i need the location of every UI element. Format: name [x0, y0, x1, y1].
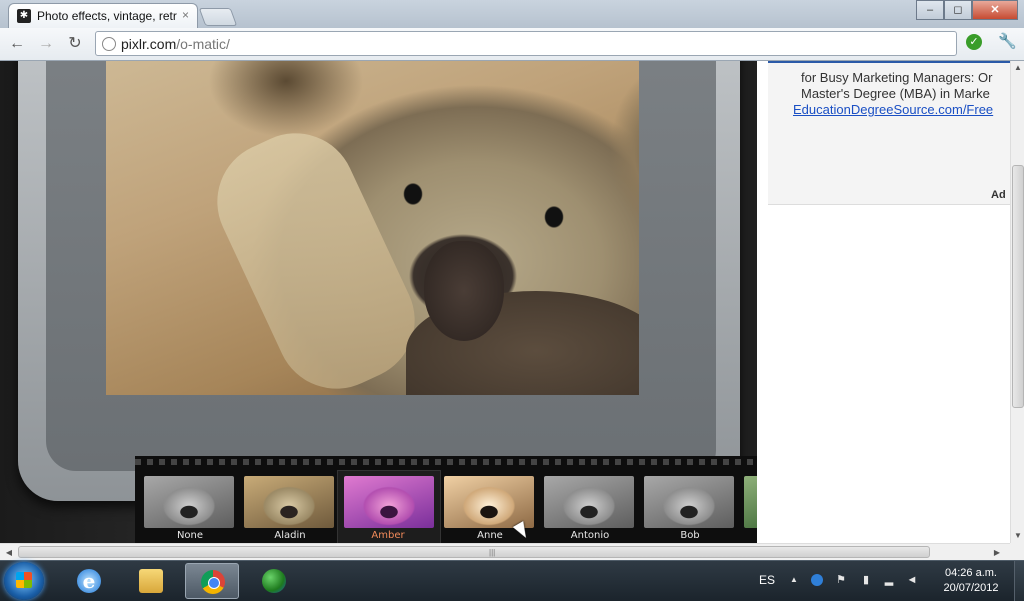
- back-button[interactable]: ←: [6, 34, 28, 54]
- url-path: /o-matic/: [176, 36, 230, 52]
- antivirus-icon[interactable]: [811, 574, 823, 586]
- right-sidebar: for Busy Marketing Managers: Or Master's…: [757, 61, 1010, 543]
- filter-preview: [344, 476, 434, 528]
- filter-label: Amber: [371, 530, 405, 541]
- show-desktop-button[interactable]: [1014, 561, 1024, 601]
- scroll-grip: |||: [489, 548, 496, 557]
- horizontal-scroll-thumb[interactable]: |||: [18, 546, 930, 558]
- filter-preview: [644, 476, 734, 528]
- scroll-right-icon[interactable]: ▶: [990, 546, 1004, 560]
- maximize-button[interactable]: ◻: [944, 0, 972, 20]
- filter-label: Bob: [680, 530, 700, 541]
- clock-time: 04:26 a.m.: [945, 567, 997, 579]
- tab-close-icon[interactable]: ×: [182, 8, 189, 22]
- scroll-left-icon[interactable]: ◀: [2, 546, 16, 560]
- photo-stage: None Aladin Amber Anne Antonio Bob: [0, 61, 757, 543]
- tray-expand-icon[interactable]: ▲: [788, 574, 800, 586]
- scroll-up-icon[interactable]: ▲: [1011, 61, 1024, 75]
- taskbar-explorer[interactable]: [124, 563, 178, 599]
- extension-check-icon[interactable]: ✓: [966, 34, 982, 50]
- ad-link[interactable]: EducationDegreeSource.com/Free: [793, 102, 993, 117]
- filter-preview: [744, 476, 757, 528]
- ad-text: for Busy Marketing Managers: Or Master's…: [801, 70, 1010, 102]
- taskbar: e ES ▲ ⚑ ▮ ▂ ◄ 04:26 a.m. 20/07/2012: [0, 560, 1024, 601]
- ad-box[interactable]: for Busy Marketing Managers: Or Master's…: [768, 61, 1010, 205]
- tab-title: Photo effects, vintage, retro: [37, 9, 177, 23]
- koala-arm: [197, 113, 435, 395]
- ad-label[interactable]: Ad: [991, 189, 1006, 201]
- wrench-icon[interactable]: 🔧: [998, 33, 1017, 51]
- filter-preview: [244, 476, 334, 528]
- filter-label: Antonio: [570, 530, 610, 541]
- scrollbar-corner: [1010, 543, 1024, 560]
- minimize-button[interactable]: –: [916, 0, 944, 20]
- window-controls: – ◻ ✕: [916, 0, 1018, 20]
- filter-thumb-bob[interactable]: Bob: [640, 471, 736, 543]
- internet-explorer-icon: e: [77, 569, 101, 593]
- filter-filmstrip: None Aladin Amber Anne Antonio Bob: [135, 456, 757, 543]
- taskbar-messenger[interactable]: [247, 563, 301, 599]
- filter-preview: [444, 476, 534, 528]
- vertical-scrollbar[interactable]: ▲ ▼: [1010, 61, 1024, 543]
- browser-tab[interactable]: ✱ Photo effects, vintage, retro ×: [8, 3, 198, 28]
- film-perforation: [135, 459, 757, 465]
- flag-icon[interactable]: ⚑: [835, 574, 847, 586]
- windows-logo-icon: [16, 572, 32, 588]
- folder-icon: [139, 569, 163, 593]
- pixlr-favicon-icon: ✱: [17, 9, 31, 23]
- filter-preview: [544, 476, 634, 528]
- clock-date: 20/07/2012: [943, 582, 999, 594]
- forward-button[interactable]: →: [35, 34, 57, 54]
- taskbar-chrome[interactable]: [185, 563, 239, 599]
- new-tab-button[interactable]: [198, 8, 238, 26]
- filter-label: Aladin: [274, 530, 306, 541]
- page-content: None Aladin Amber Anne Antonio Bob for B…: [0, 61, 1024, 543]
- ad-top-border: [768, 61, 1010, 63]
- start-button[interactable]: [4, 562, 44, 600]
- koala-photo: [106, 61, 639, 395]
- messenger-icon: [262, 569, 286, 593]
- filter-thumb-none[interactable]: None: [140, 471, 236, 543]
- ad-line-2: Master's Degree (MBA) in Marke: [801, 86, 990, 101]
- close-window-button[interactable]: ✕: [972, 0, 1018, 20]
- clock[interactable]: 04:26 a.m. 20/07/2012: [936, 566, 1006, 596]
- ad-line-1: for Busy Marketing Managers: Or: [801, 70, 993, 85]
- filter-thumb-amber[interactable]: Amber: [337, 470, 441, 543]
- vertical-scroll-thumb[interactable]: [1012, 165, 1024, 408]
- url-text[interactable]: pixlr.com/o-matic/: [121, 36, 230, 52]
- horizontal-scrollbar[interactable]: ◀ ||| ▶: [0, 543, 1010, 561]
- filter-thumb-aladin[interactable]: Aladin: [240, 471, 336, 543]
- globe-icon: [102, 37, 116, 51]
- filter-label: None: [176, 530, 204, 541]
- battery-icon[interactable]: ▮: [860, 574, 872, 586]
- volume-icon[interactable]: ◄: [906, 574, 918, 586]
- reload-button[interactable]: ↻: [64, 34, 86, 54]
- url-host: pixlr.com: [121, 36, 177, 52]
- browser-toolbar: ← → ↻ pixlr.com/o-matic/ ✓ 🔧: [0, 28, 1024, 61]
- filter-preview: [144, 476, 234, 528]
- koala-nose: [424, 241, 504, 341]
- taskbar-ie[interactable]: e: [62, 563, 116, 599]
- title-bar: ✱ Photo effects, vintage, retro × – ◻ ✕: [0, 0, 1024, 28]
- filter-thumb-antonio[interactable]: Antonio: [540, 471, 636, 543]
- language-indicator[interactable]: ES: [759, 573, 775, 587]
- address-bar[interactable]: pixlr.com/o-matic/: [95, 31, 957, 56]
- network-icon[interactable]: ▂: [883, 574, 895, 586]
- chrome-icon: [201, 570, 225, 594]
- filter-thumb-partial[interactable]: [740, 471, 757, 543]
- scroll-down-icon[interactable]: ▼: [1011, 529, 1024, 543]
